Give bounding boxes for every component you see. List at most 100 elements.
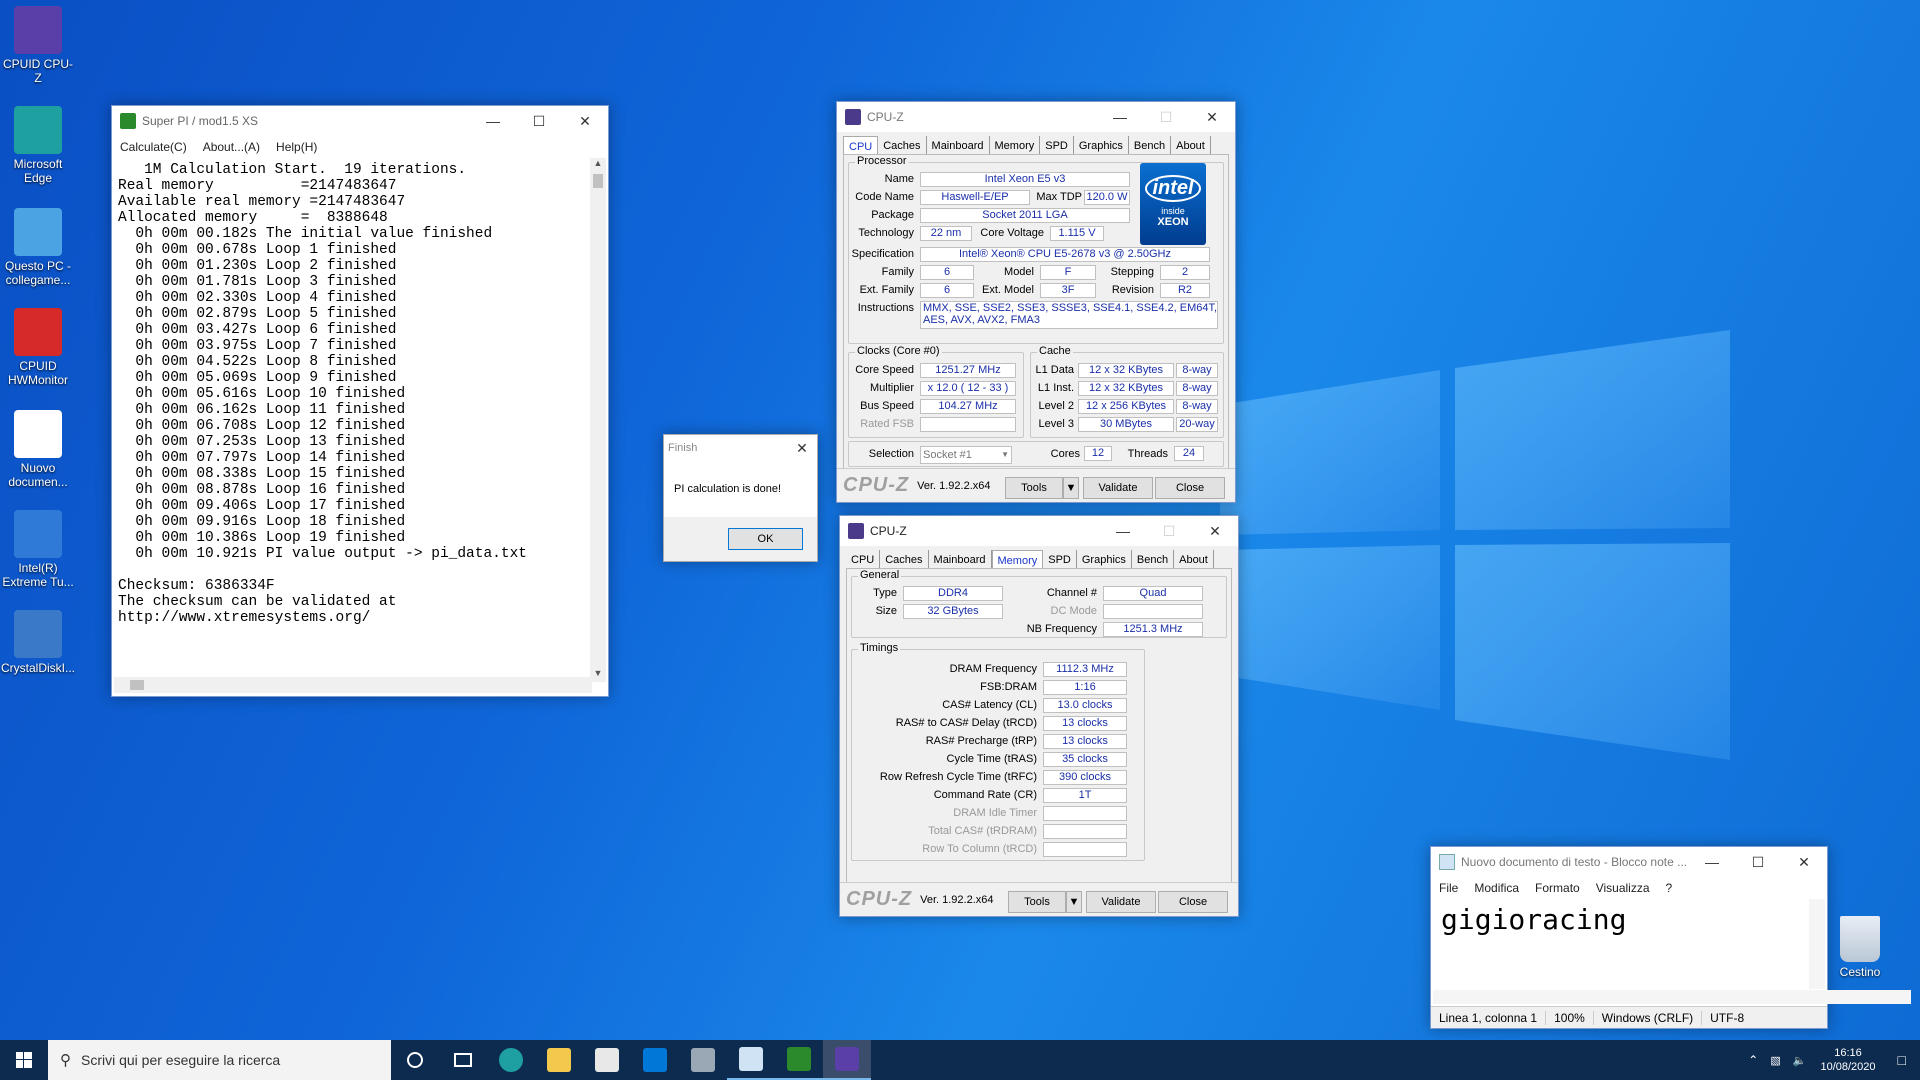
taskbar-cpuz[interactable] (823, 1040, 871, 1080)
tab-memory[interactable]: Memory (990, 136, 1041, 156)
tab-mainboard[interactable]: Mainboard (929, 550, 992, 570)
timings-group-label: Timings (858, 642, 901, 654)
vertical-scrollbar[interactable] (1809, 899, 1825, 989)
cpuz-memory-window: CPU-Z — ☐ ✕ CPU Caches Mainboard Memory SPD G… (839, 515, 1239, 917)
desktop-icon[interactable]: CPUID HWMonitor (0, 308, 76, 387)
tools-button[interactable]: Tools (1005, 477, 1063, 499)
cortana-button[interactable] (391, 1040, 439, 1080)
timing-label: RAS# to CAS# Delay (tRCD) (895, 717, 1037, 729)
taskbar-store[interactable] (583, 1040, 631, 1080)
l1data-label: L1 Data (1035, 364, 1074, 376)
desktop-icon[interactable]: CPUID CPU-Z (0, 6, 76, 85)
size-value: 32 GBytes (903, 604, 1003, 619)
system-tray: ⌃ ▧ 🔈 16:16 10/08/2020 □ (1742, 1040, 1920, 1080)
taskbar-mail[interactable] (631, 1040, 679, 1080)
maxtdp-label: Max TDP (1036, 191, 1082, 203)
volume-icon[interactable]: 🔈 (1787, 1054, 1813, 1067)
tab-caches[interactable]: Caches (880, 550, 929, 570)
close-dialog-button[interactable]: Close (1158, 891, 1228, 913)
tab-cpu[interactable]: CPU (843, 136, 879, 156)
tab-about[interactable]: About (1171, 136, 1211, 156)
desktop-icon[interactable]: CrystalDiskI... (0, 610, 76, 675)
horizontal-scrollbar[interactable] (114, 677, 592, 693)
timing-label: Row Refresh Cycle Time (tRFC) (879, 771, 1037, 783)
tab-graphics[interactable]: Graphics (1074, 136, 1129, 156)
desktop-icon[interactable]: Intel(R) Extreme Tu... (0, 510, 76, 589)
minimize-button[interactable]: — (1689, 847, 1735, 877)
taskbar-app-5[interactable] (679, 1040, 727, 1080)
taskbar-search-box[interactable]: ⚲ Scrivi qui per eseguire la ricerca (48, 1040, 391, 1080)
timing-label: DRAM Frequency (949, 663, 1037, 675)
notepad-text-area[interactable]: gigioracing (1433, 899, 1805, 999)
maximize-button[interactable]: ☐ (516, 106, 562, 136)
tab-bench[interactable]: Bench (1129, 136, 1172, 156)
menu-help[interactable]: ? (1658, 881, 1681, 895)
menu-about[interactable]: About...(A) (195, 140, 268, 154)
maximize-button[interactable]: ☐ (1146, 516, 1192, 546)
desktop-icon[interactable]: Questo PC - collegame... (0, 208, 76, 287)
badge-intel-text: intel (1145, 175, 1201, 202)
notepad-titlebar[interactable]: Nuovo documento di testo - Blocco note .… (1431, 847, 1827, 877)
horizontal-scrollbar[interactable] (1433, 990, 1911, 1004)
maximize-button[interactable]: ☐ (1143, 102, 1189, 132)
desktop-icon[interactable]: Microsoft Edge (0, 106, 76, 185)
superpi-output[interactable]: 1M Calculation Start. 19 iterations. Rea… (114, 158, 592, 683)
tab-mainboard[interactable]: Mainboard (927, 136, 990, 156)
finish-titlebar[interactable]: Finish ✕ (664, 435, 817, 461)
taskbar-superpi[interactable] (775, 1040, 823, 1080)
validate-button[interactable]: Validate (1086, 891, 1156, 913)
menu-file[interactable]: File (1431, 881, 1466, 895)
superpi-titlebar[interactable]: Super PI / mod1.5 XS — ☐ ✕ (112, 106, 608, 136)
menu-help[interactable]: Help(H) (268, 140, 325, 154)
desktop-icon[interactable]: Nuovo documen... (0, 410, 76, 489)
minimize-button[interactable]: — (1100, 516, 1146, 546)
windows-start-icon (16, 1052, 32, 1068)
tab-bench[interactable]: Bench (1132, 550, 1175, 570)
tab-cpu[interactable]: CPU (846, 550, 881, 570)
tab-spd[interactable]: SPD (1043, 550, 1077, 570)
socket-select[interactable]: Socket #1 ▼ (920, 446, 1012, 464)
desktop-icon-label: Intel(R) Extreme Tu... (2, 561, 74, 589)
taskbar-explorer[interactable] (535, 1040, 583, 1080)
tab-spd[interactable]: SPD (1040, 136, 1074, 156)
multiplier-label: Multiplier (869, 382, 914, 394)
channel-value: Quad (1103, 586, 1203, 601)
tools-dropdown-button[interactable]: ▼ (1063, 477, 1079, 499)
minimize-button[interactable]: — (1097, 102, 1143, 132)
tab-memory[interactable]: Memory (991, 550, 1044, 570)
menu-calculate[interactable]: Calculate(C) (112, 140, 195, 154)
close-button[interactable]: ✕ (562, 106, 608, 136)
finish-ok-button[interactable]: OK (728, 528, 803, 550)
finish-close-button[interactable]: ✕ (787, 435, 817, 461)
taskbar-notepad[interactable] (727, 1040, 775, 1080)
tools-dropdown-button[interactable]: ▼ (1066, 891, 1082, 913)
close-dialog-button[interactable]: Close (1155, 477, 1225, 499)
cpuz-titlebar[interactable]: CPU-Z — ☐ ✕ (840, 516, 1238, 546)
nbfreq-value: 1251.3 MHz (1103, 622, 1203, 637)
start-button[interactable] (0, 1040, 48, 1080)
clock[interactable]: 16:16 10/08/2020 (1812, 1046, 1883, 1074)
menu-visualizza[interactable]: Visualizza (1588, 881, 1658, 895)
type-label: Type (873, 587, 897, 599)
task-view-button[interactable] (439, 1040, 487, 1080)
minimize-button[interactable]: — (470, 106, 516, 136)
cpuz-titlebar[interactable]: CPU-Z — ☐ ✕ (837, 102, 1235, 132)
taskbar-edge[interactable] (487, 1040, 535, 1080)
notepad-window: Nuovo documento di testo - Blocco note .… (1430, 846, 1911, 1029)
vertical-scrollbar[interactable]: ▲ ▼ (590, 158, 606, 682)
tab-about[interactable]: About (1174, 550, 1214, 570)
menu-modifica[interactable]: Modifica (1466, 881, 1527, 895)
close-button[interactable]: ✕ (1781, 847, 1827, 877)
desktop-icon-recycle-bin[interactable]: Cestino (1822, 916, 1898, 979)
tab-caches[interactable]: Caches (878, 136, 927, 156)
close-button[interactable]: ✕ (1189, 102, 1235, 132)
maximize-button[interactable]: ☐ (1735, 847, 1781, 877)
validate-button[interactable]: Validate (1083, 477, 1153, 499)
tab-graphics[interactable]: Graphics (1077, 550, 1132, 570)
menu-formato[interactable]: Formato (1527, 881, 1588, 895)
close-button[interactable]: ✕ (1192, 516, 1238, 546)
network-icon[interactable]: ▧ (1764, 1054, 1786, 1067)
chevron-up-icon[interactable]: ⌃ (1742, 1053, 1764, 1067)
tools-button[interactable]: Tools (1008, 891, 1066, 913)
notification-icon[interactable]: □ (1884, 1052, 1920, 1068)
